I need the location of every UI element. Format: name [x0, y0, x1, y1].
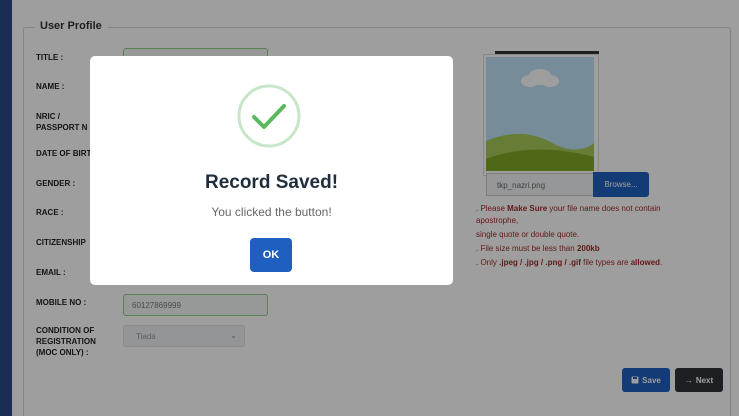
ok-button[interactable]: OK [250, 238, 292, 272]
dialog-title: Record Saved! [204, 172, 339, 193]
check-circle-icon [237, 84, 301, 148]
success-dialog: Record Saved! You clicked the button! OK [90, 56, 453, 285]
dialog-message: You clicked the button! [211, 205, 332, 219]
